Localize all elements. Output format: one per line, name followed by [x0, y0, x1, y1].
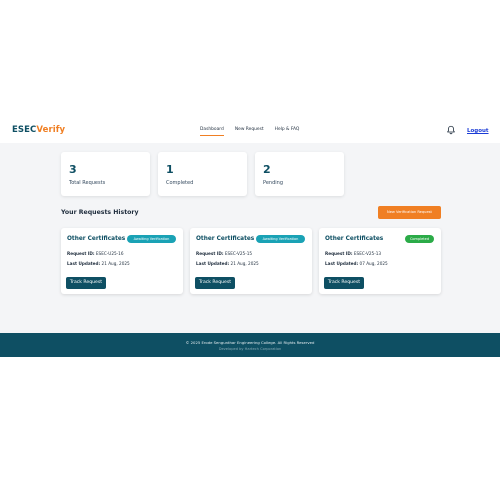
last-updated-value: 21 Aug, 2025 [101, 261, 130, 266]
request-title: Other Certificates [325, 236, 384, 242]
last-updated-row: Last Updated: 21 Aug, 2025 [196, 261, 259, 266]
logout-link[interactable]: Logout [467, 128, 489, 134]
last-updated-row: Last Updated: 21 Aug, 2025 [67, 261, 130, 266]
site-footer: © 2025 Erode Sengunthar Engineering Coll… [0, 333, 500, 357]
developer-credit: Developed by Hartech Corporation [218, 347, 282, 351]
request-card: Other Certificates Awaiting Verification… [61, 228, 183, 294]
copyright-text: © 2025 Erode Sengunthar Engineering Coll… [185, 340, 315, 345]
stat-value: 1 [166, 163, 174, 176]
last-updated-row: Last Updated: 07 Aug, 2025 [325, 261, 388, 266]
status-badge: Awaiting Verification [256, 235, 305, 243]
stat-label: Total Requests [69, 180, 106, 186]
stat-value: 2 [263, 163, 271, 176]
last-updated-value: 07 Aug, 2025 [359, 261, 388, 266]
last-updated-value: 21 Aug, 2025 [230, 261, 259, 266]
stat-label: Completed [166, 180, 194, 186]
nav-help-faq[interactable]: Help & FAQ [275, 127, 300, 136]
stat-card-pending: 2 Pending [255, 152, 344, 196]
nav-dashboard[interactable]: Dashboard [200, 127, 224, 136]
request-id-row: Request ID: ESEC-V25-13 [325, 251, 381, 256]
stat-card-total: 3 Total Requests [61, 152, 150, 196]
nav-new-request[interactable]: New Request [235, 127, 264, 136]
dashboard-main: 3 Total Requests 1 Completed 2 Pending Y… [0, 143, 500, 333]
bell-icon[interactable] [446, 125, 456, 135]
history-title: Your Requests History [61, 209, 139, 216]
track-request-button[interactable]: Track Request [195, 277, 235, 289]
stat-label: Pending [263, 180, 283, 186]
brand-logo[interactable]: ESECVerify [12, 125, 65, 135]
brand-part-2: Verify [36, 125, 66, 135]
request-id-value: ESEC-V25-13 [353, 251, 382, 256]
request-title: Other Certificates [67, 236, 126, 242]
top-header: ESECVerify Dashboard New Request Help & … [0, 118, 500, 143]
request-id-label: Request ID: [325, 251, 353, 256]
track-request-button[interactable]: Track Request [324, 277, 364, 289]
app-root: ESECVerify Dashboard New Request Help & … [0, 118, 500, 357]
status-badge: Completed [405, 235, 434, 243]
request-card: Other Certificates Awaiting Verification… [190, 228, 312, 294]
track-request-button[interactable]: Track Request [66, 277, 106, 289]
request-id-label: Request ID: [67, 251, 95, 256]
request-id-label: Request ID: [196, 251, 224, 256]
request-title: Other Certificates [196, 236, 255, 242]
status-badge: Awaiting Verification [127, 235, 176, 243]
last-updated-label: Last Updated: [325, 261, 359, 266]
request-id-row: Request ID: ESEC-U25-16 [67, 251, 124, 256]
last-updated-label: Last Updated: [67, 261, 101, 266]
request-id-value: ESEC-V25-15 [224, 251, 253, 256]
request-id-row: Request ID: ESEC-V25-15 [196, 251, 252, 256]
new-verification-request-button[interactable]: New Verification Request [378, 206, 441, 219]
main-nav: Dashboard New Request Help & FAQ [200, 127, 299, 136]
stat-card-completed: 1 Completed [158, 152, 247, 196]
stat-value: 3 [69, 163, 77, 176]
brand-part-1: ESEC [12, 125, 37, 135]
request-id-value: ESEC-U25-16 [95, 251, 124, 256]
request-card: Other Certificates Completed Request ID:… [319, 228, 441, 294]
last-updated-label: Last Updated: [196, 261, 230, 266]
